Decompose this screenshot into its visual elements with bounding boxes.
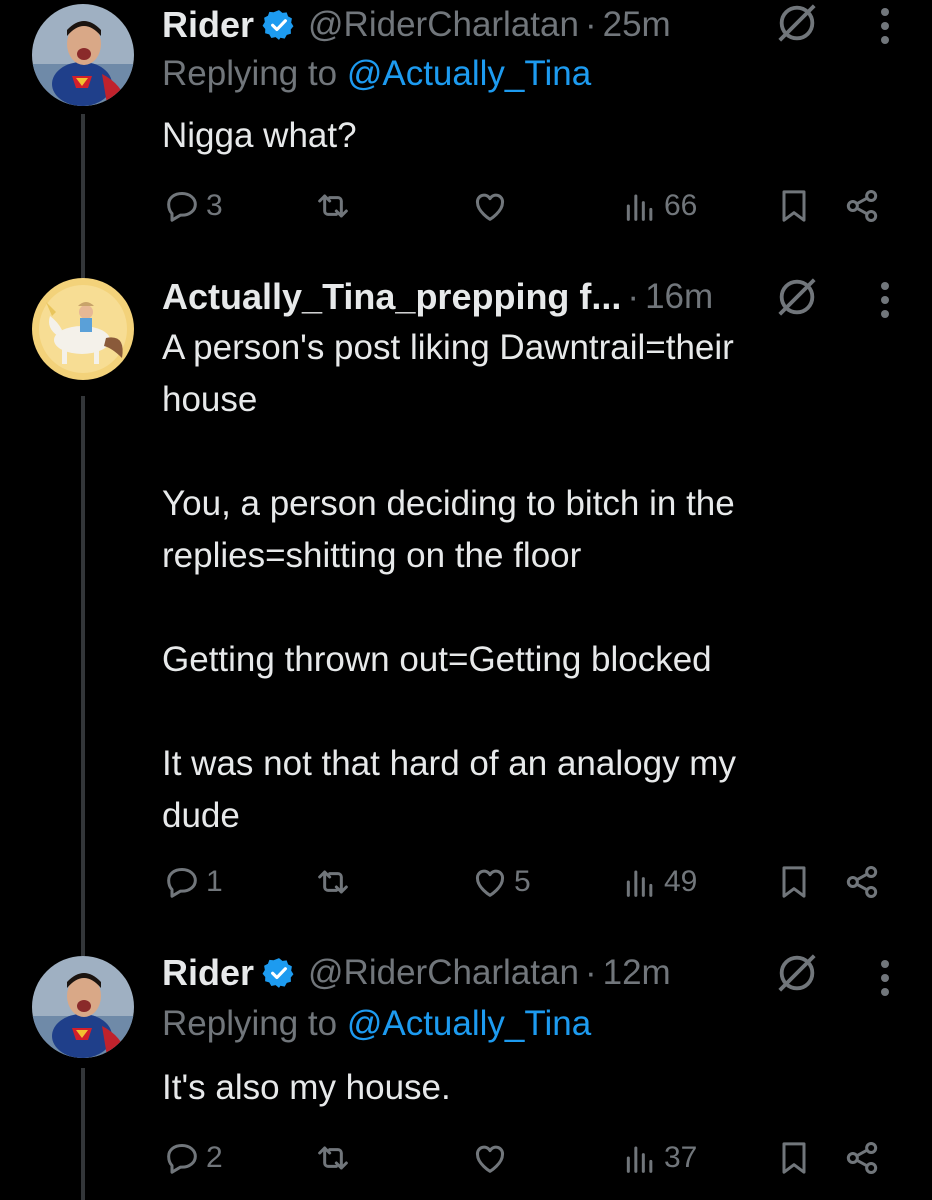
reply-count: 2 <box>206 1141 223 1174</box>
author-name[interactable]: Rider <box>162 952 254 994</box>
reply-icon <box>167 868 197 898</box>
replying-to-link[interactable]: @Actually_Tina <box>347 1004 591 1043</box>
reply-icon <box>167 1144 197 1174</box>
more-options-icon[interactable] <box>880 282 890 318</box>
like-count: 5 <box>514 865 531 898</box>
heart-icon <box>475 1145 505 1173</box>
avatar[interactable] <box>32 4 134 106</box>
avatar[interactable] <box>32 278 134 380</box>
author-name[interactable]: Actually_Tina_prepping f... <box>162 276 621 318</box>
like-button[interactable] <box>470 186 514 226</box>
share-button[interactable] <box>842 186 882 226</box>
grok-icon[interactable] <box>774 950 820 996</box>
bookmark-icon <box>782 866 806 898</box>
more-options-icon[interactable] <box>880 8 890 44</box>
grok-icon[interactable] <box>774 0 820 46</box>
bookmark-button[interactable] <box>774 186 814 226</box>
verified-badge-icon <box>262 958 294 988</box>
share-button[interactable] <box>842 1138 882 1178</box>
verified-badge-icon <box>262 10 294 40</box>
replying-prefix: Replying to <box>162 1004 347 1043</box>
timestamp[interactable]: 16m <box>645 277 713 317</box>
tweet-text: A person's post liking Dawntrail=their h… <box>162 328 736 835</box>
share-icon <box>846 865 878 899</box>
reply-count: 1 <box>206 865 223 898</box>
view-count: 66 <box>664 189 698 222</box>
reply-icon <box>167 192 197 222</box>
separator-dot: · <box>584 5 597 44</box>
views-icon <box>626 1146 653 1173</box>
retweet-icon <box>318 1146 348 1170</box>
replying-to: Replying to @Actually_Tina <box>162 54 591 94</box>
retweet-icon <box>318 194 348 218</box>
share-icon <box>846 1141 878 1175</box>
tweet-actions: 3 66 <box>162 186 902 230</box>
tweet[interactable]: Rider @RiderCharlatan · 12m Replying to … <box>0 948 932 1200</box>
retweet-button[interactable] <box>312 1138 358 1178</box>
share-button[interactable] <box>842 862 882 902</box>
superman-avatar-icon <box>32 4 134 106</box>
bookmark-icon <box>782 1142 806 1174</box>
unicorn-rider-avatar-icon <box>32 278 134 380</box>
retweet-button[interactable] <box>312 186 358 226</box>
timestamp[interactable]: 12m <box>603 953 671 993</box>
views-icon <box>626 870 653 897</box>
author-handle[interactable]: @RiderCharlatan <box>308 953 579 993</box>
view-count: 37 <box>664 1141 698 1174</box>
retweet-button[interactable] <box>312 862 358 902</box>
replying-prefix: Replying to <box>162 54 347 93</box>
separator-dot: · <box>584 953 597 992</box>
grok-icon[interactable] <box>774 274 820 320</box>
like-button[interactable]: 5 <box>470 862 531 902</box>
superman-avatar-icon <box>32 956 134 1058</box>
author-handle[interactable]: @RiderCharlatan <box>308 5 579 45</box>
like-button[interactable] <box>470 1138 514 1178</box>
replying-to: Replying to @Actually_Tina <box>162 1004 591 1044</box>
reply-button[interactable]: 1 <box>162 862 223 902</box>
author-name[interactable]: Rider <box>162 4 254 46</box>
reply-button[interactable]: 3 <box>162 186 223 226</box>
avatar[interactable] <box>32 956 134 1058</box>
replying-to-link[interactable]: @Actually_Tina <box>347 54 591 93</box>
heart-icon <box>475 869 505 897</box>
bookmark-icon <box>782 190 806 222</box>
retweet-icon <box>318 870 348 894</box>
views-button[interactable]: 49 <box>620 862 697 902</box>
views-button[interactable]: 37 <box>620 1138 697 1178</box>
tweet-actions: 2 37 <box>162 1138 902 1182</box>
tweet-text: It's also my house. <box>162 1068 451 1107</box>
bookmark-button[interactable] <box>774 1138 814 1178</box>
bookmark-button[interactable] <box>774 862 814 902</box>
timestamp[interactable]: 25m <box>603 5 671 45</box>
more-options-icon[interactable] <box>880 960 890 996</box>
views-icon <box>626 194 653 221</box>
tweet[interactable]: Actually_Tina_prepping f... · 16m A pers… <box>0 270 932 930</box>
reply-count: 3 <box>206 189 223 222</box>
view-count: 49 <box>664 865 698 898</box>
tweet[interactable]: Rider @RiderCharlatan · 25m Replying to … <box>0 0 932 250</box>
heart-icon <box>475 193 505 221</box>
share-icon <box>846 189 878 223</box>
separator-dot: · <box>627 277 640 316</box>
reply-button[interactable]: 2 <box>162 1138 223 1178</box>
views-button[interactable]: 66 <box>620 186 697 226</box>
tweet-actions: 1 5 49 <box>162 862 902 906</box>
tweet-text: Nigga what? <box>162 116 357 155</box>
